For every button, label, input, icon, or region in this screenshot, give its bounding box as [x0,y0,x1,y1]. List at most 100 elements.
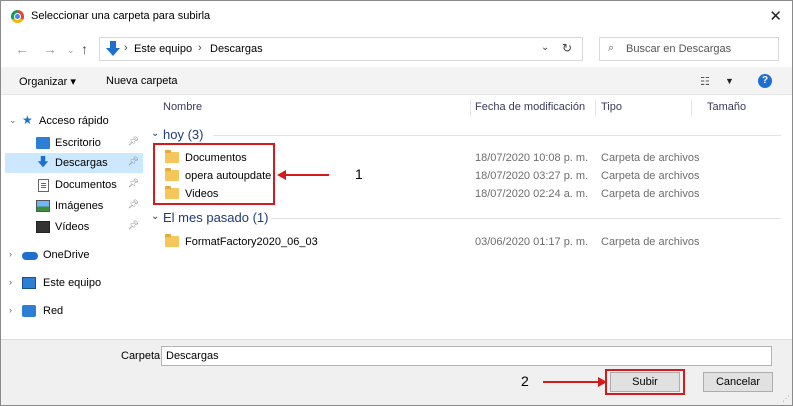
up-arrow-icon[interactable]: ↑ [81,41,88,57]
navigation-pane: ⌄ ★ Acceso rápido Escritorio 📌︎ Descarga… [1,95,147,339]
document-icon [38,179,49,192]
column-header-type[interactable]: Tipo [601,101,622,113]
group-divider [271,218,781,219]
folder-label: Carpeta: [121,350,164,362]
annotation-number-2: 2 [521,373,529,389]
group-divider [213,135,781,136]
cancel-button[interactable]: Cancelar [703,372,773,392]
sidebar-item-this-pc[interactable]: › Este equipo [5,273,143,293]
column-divider[interactable] [595,99,596,117]
file-type: Carpeta de archivos [601,152,700,164]
address-row: ← → ⌄ ↑ › Este equipo › Descargas ⌄ ↻ ⌕ … [1,31,792,67]
file-name: FormatFactory2020_06_03 [185,236,318,248]
chrome-icon [11,10,24,23]
column-header-name[interactable]: Nombre [163,101,202,113]
file-type: Carpeta de archivos [601,236,700,248]
sidebar-item-label: OneDrive [43,249,90,261]
collapse-chevron-icon[interactable]: ⌄ [151,128,159,139]
pin-icon: 📌︎ [127,178,139,188]
view-options-icon[interactable]: ☷ [700,75,710,88]
network-icon [22,305,36,317]
sidebar-item-label: Escritorio [55,137,101,149]
annotation-number-1: 1 [355,166,363,182]
download-icon [106,41,120,56]
resize-grip-icon[interactable]: ⋰ [782,394,790,403]
sidebar-item-quick-access[interactable]: ⌄ ★ Acceso rápido [5,111,143,131]
folder-icon [165,234,179,247]
desktop-icon [36,137,50,149]
window-title: Seleccionar una carpeta para subirla [31,10,211,22]
title-bar: Seleccionar una carpeta para subirla ✕ [1,1,792,31]
dialog-footer: Carpeta: Descargas 2 Subir Cancelar ⋰ [1,339,792,405]
sidebar-item-label: Documentos [55,179,117,191]
search-box[interactable]: ⌕ Buscar en Descargas [599,37,779,61]
expand-chevron-icon[interactable]: ⌄ [9,115,17,126]
computer-icon [22,277,36,289]
sidebar-item-onedrive[interactable]: › OneDrive [5,245,143,265]
column-header-modified[interactable]: Fecha de modificación [475,101,585,113]
annotation-arrow-line [543,381,599,383]
file-row[interactable]: FormatFactory2020_06_03 03/06/2020 01:17… [163,233,743,251]
breadcrumb-this-pc[interactable]: Este equipo [134,43,192,55]
expand-chevron-icon[interactable]: › [9,249,12,259]
sidebar-item-videos[interactable]: Vídeos 📌︎ [5,217,143,237]
search-placeholder: Buscar en Descargas [626,43,732,55]
search-icon: ⌕ [608,42,615,54]
sidebar-item-desktop[interactable]: Escritorio 📌︎ [5,133,143,153]
close-icon[interactable]: ✕ [769,7,782,25]
file-type: Carpeta de archivos [601,188,700,200]
pin-icon: 📌︎ [127,156,139,166]
group-header-last-month[interactable]: ⌄ El mes pasado (1) [151,210,781,226]
cloud-icon [22,252,38,260]
collapse-chevron-icon[interactable]: ⌄ [151,211,159,222]
file-date: 18/07/2020 03:27 p. m. [475,170,589,182]
group-header-today[interactable]: ⌄ hoy (3) [151,127,781,143]
file-date: 18/07/2020 10:08 p. m. [475,152,589,164]
organize-button[interactable]: Organizar ▾ [19,75,76,88]
sidebar-item-label: Este equipo [43,277,102,289]
folder-input[interactable]: Descargas [161,346,772,366]
pin-icon: 📌︎ [127,220,139,230]
group-label: El mes pasado (1) [163,210,269,225]
sidebar-item-network[interactable]: › Red [5,301,143,321]
back-arrow-icon[interactable]: ← [15,41,29,57]
file-date: 18/07/2020 02:24 a. m. [475,188,589,200]
expand-chevron-icon[interactable]: › [9,277,12,287]
file-type: Carpeta de archivos [601,170,700,182]
pin-icon: 📌︎ [127,136,139,146]
pin-icon: 📌︎ [127,199,139,209]
help-icon[interactable]: ? [758,74,772,88]
recent-locations-chevron-icon[interactable]: ⌄ [67,45,75,56]
star-icon: ★ [22,113,33,127]
breadcrumb-separator-icon: › [124,42,128,54]
column-divider[interactable] [470,99,471,117]
address-bar[interactable]: › Este equipo › Descargas ⌄ ↻ [99,37,583,61]
refresh-icon[interactable]: ↻ [562,41,572,55]
breadcrumb-separator-icon: › [198,42,202,54]
sidebar-item-downloads[interactable]: Descargas 📌︎ [5,153,143,173]
sidebar-item-label: Vídeos [55,221,90,233]
video-icon [36,221,50,233]
picture-icon [36,200,50,212]
sidebar-item-label: Descargas [55,157,108,169]
column-header-size[interactable]: Tamaño [707,101,746,113]
sidebar-item-label: Acceso rápido [39,115,109,127]
annotation-highlight-box [153,143,275,205]
command-bar: Organizar ▾ Nueva carpeta ☷ ▼ ? [1,67,792,95]
view-dropdown-icon[interactable]: ▼ [725,76,734,86]
file-date: 03/06/2020 01:17 p. m. [475,236,589,248]
download-icon [37,156,49,168]
sidebar-item-pictures[interactable]: Imágenes 📌︎ [5,196,143,216]
forward-arrow-icon[interactable]: → [43,41,57,57]
sidebar-item-label: Imágenes [55,200,104,212]
address-dropdown-icon[interactable]: ⌄ [541,42,549,53]
expand-chevron-icon[interactable]: › [9,305,12,315]
annotation-arrow-line [285,174,329,176]
new-folder-button[interactable]: Nueva carpeta [106,75,178,87]
breadcrumb-downloads[interactable]: Descargas [210,43,263,55]
group-label: hoy (3) [163,127,204,142]
sidebar-item-documents[interactable]: Documentos 📌︎ [5,175,143,195]
column-divider[interactable] [691,99,692,117]
file-dialog-window: Seleccionar una carpeta para subirla ✕ ←… [0,0,793,406]
annotation-highlight-box [605,369,685,395]
